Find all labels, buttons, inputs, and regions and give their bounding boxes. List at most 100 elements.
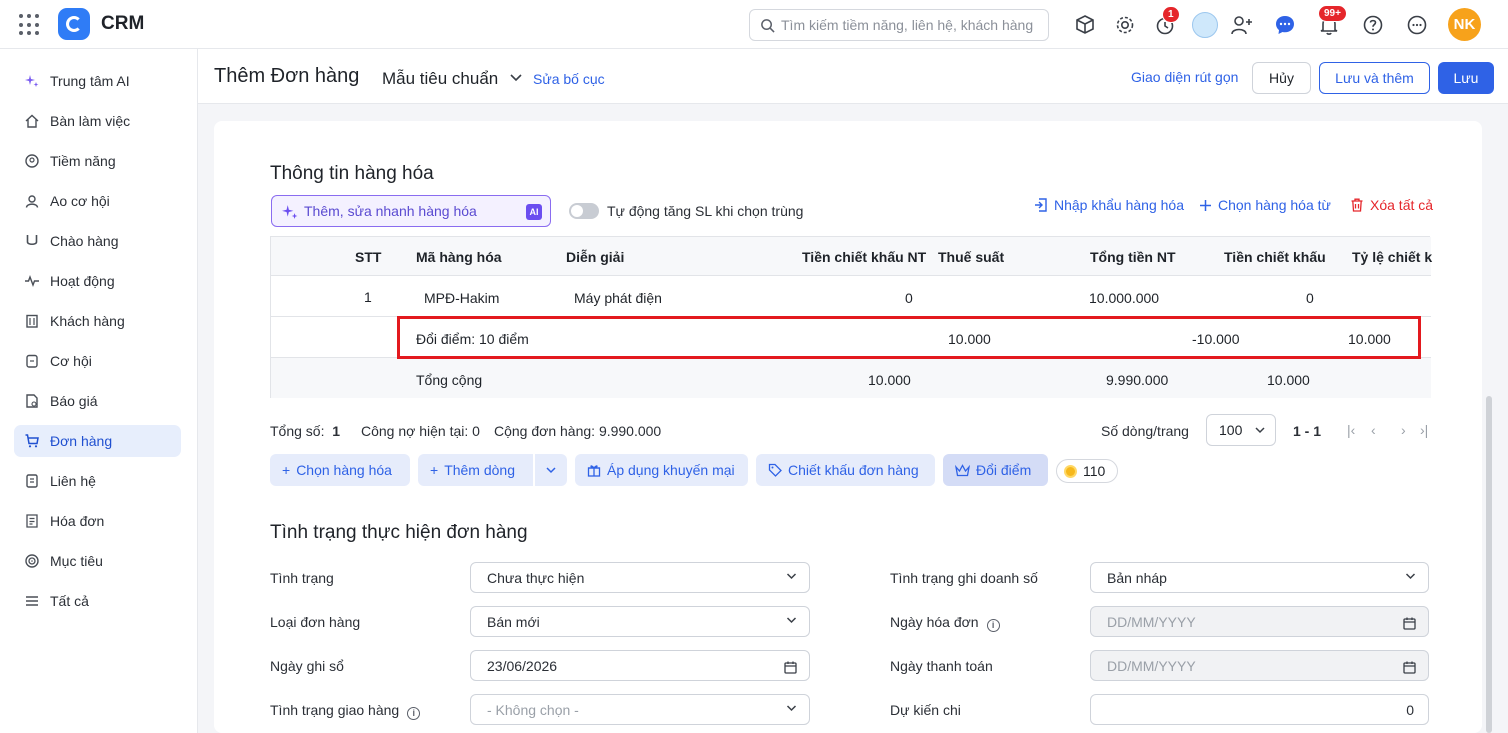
global-search[interactable] xyxy=(749,9,1049,41)
package-icon[interactable] xyxy=(1073,13,1097,37)
delivery-status-select[interactable]: - Không chọn - xyxy=(470,694,810,725)
assistant-bot-icon[interactable] xyxy=(1192,12,1218,38)
user-avatar[interactable]: NK xyxy=(1448,8,1481,41)
rows-per-page-value: 100 xyxy=(1219,422,1243,438)
chevron-down-icon xyxy=(786,705,797,712)
sidebar-item-opportunities[interactable]: Cơ hội xyxy=(14,345,181,377)
col-stt[interactable]: STT xyxy=(355,249,381,265)
search-input[interactable] xyxy=(781,17,1041,33)
import-goods-link[interactable]: Nhập khẩu hàng hóa xyxy=(1034,197,1184,213)
save-and-add-button[interactable]: Lưu và thêm xyxy=(1319,62,1430,94)
row-discount-nt[interactable]: 0 xyxy=(905,290,913,306)
next-page-icon[interactable]: › xyxy=(1401,422,1406,438)
rows-per-page-select[interactable]: 100 xyxy=(1206,414,1276,446)
col-code[interactable]: Mã hàng hóa xyxy=(416,249,502,265)
add-row-dropdown[interactable] xyxy=(535,454,567,486)
sidebar-item-label: Khách hàng xyxy=(50,313,125,329)
col-description[interactable]: Diễn giải xyxy=(566,249,624,265)
sidebar-item-workspace[interactable]: Bàn làm việc xyxy=(14,105,181,137)
payment-date-label: Ngày thanh toán xyxy=(890,658,993,674)
col-discount-nt[interactable]: Tiền chiết khấu NT xyxy=(802,249,926,265)
revenue-status-label: Tình trạng ghi doanh số xyxy=(890,570,1038,586)
redeem-points-button[interactable]: Đổi điểm xyxy=(943,454,1048,486)
order-form-card: Thông tin hàng hóa Thêm, sửa nhanh hàng … xyxy=(214,121,1482,733)
info-icon[interactable]: i xyxy=(407,707,421,720)
calendar-icon[interactable] xyxy=(784,661,797,674)
revenue-status-value: Bản nháp xyxy=(1107,569,1167,586)
sidebar-item-quotes[interactable]: Báo giá xyxy=(14,385,181,417)
delivery-status-label: Tình trạng giao hàng i xyxy=(270,702,421,720)
order-total-value: 9.990.000 xyxy=(598,423,662,439)
choose-goods-from-link[interactable]: Chọn hàng hóa từ xyxy=(1199,197,1331,213)
col-tax-rate[interactable]: Thuế suất xyxy=(938,249,1004,265)
row-code[interactable]: MPĐ-Hakim xyxy=(424,290,499,306)
ai-sparkle-icon xyxy=(282,205,298,219)
choose-goods-button[interactable]: + Chọn hàng hóa xyxy=(270,454,410,486)
sidebar-item-offers[interactable]: Chào hàng xyxy=(14,225,181,257)
delete-all-link[interactable]: Xóa tất cả xyxy=(1350,197,1433,213)
info-icon[interactable]: i xyxy=(986,619,1000,632)
sidebar-item-opportunity-pool[interactable]: Ao cơ hội xyxy=(14,185,181,217)
row-stt: 1 xyxy=(364,289,372,305)
app-grid-icon[interactable] xyxy=(19,14,41,36)
sidebar-item-label: Liên hệ xyxy=(50,473,96,489)
sidebar-item-all[interactable]: Tất cả xyxy=(14,585,181,617)
order-discount-button[interactable]: Chiết khấu đơn hàng xyxy=(756,454,935,486)
summary-order-total: Cộng đơn hàng: 9.990.000 xyxy=(494,423,661,439)
page-scrollbar[interactable] xyxy=(1486,396,1492,733)
record-date-input[interactable]: 23/06/2026 xyxy=(470,650,810,681)
col-total-nt[interactable]: Tổng tiền NT xyxy=(1090,249,1176,265)
delivery-status-value: - Không chọn - xyxy=(487,701,579,718)
sidebar-item-activities[interactable]: Hoạt động xyxy=(14,265,181,297)
help-icon[interactable] xyxy=(1361,13,1385,37)
expected-cost-input[interactable]: 0 xyxy=(1090,694,1429,725)
chat-icon[interactable] xyxy=(1273,13,1297,37)
add-user-icon[interactable] xyxy=(1230,13,1254,37)
sidebar-item-label: Báo giá xyxy=(50,393,98,409)
col-discount-rate[interactable]: Tỷ lệ chiết k xyxy=(1352,249,1432,265)
row-description[interactable]: Máy phát điện xyxy=(574,290,662,306)
apply-promotion-button[interactable]: Áp dụng khuyến mại xyxy=(575,454,748,486)
more-options-icon[interactable] xyxy=(1405,13,1429,37)
sidebar-item-ai-center[interactable]: Trung tâm AI xyxy=(14,65,181,97)
last-page-icon[interactable]: ›| xyxy=(1420,422,1428,438)
goods-section-title: Thông tin hàng hóa xyxy=(270,163,434,184)
coin-icon xyxy=(1064,464,1077,478)
sidebar-item-prospects[interactable]: Tiềm năng xyxy=(14,145,181,177)
page-header: Thêm Đơn hàng Mẫu tiêu chuẩn Sửa bố cục … xyxy=(198,49,1508,104)
auto-increase-toggle[interactable] xyxy=(569,203,599,219)
table-header: STT Mã hàng hóa Diễn giải Tiền chiết khấ… xyxy=(271,237,1432,276)
settings-gear-icon[interactable] xyxy=(1113,13,1137,37)
chevron-down-icon[interactable] xyxy=(510,74,522,82)
row-discount[interactable]: 0 xyxy=(1306,290,1314,306)
sidebar-item-customers[interactable]: Khách hàng xyxy=(14,305,181,337)
sidebar-item-label: Tất cả xyxy=(50,593,89,609)
compact-view-link[interactable]: Giao diện rút gọn xyxy=(1131,69,1238,85)
sidebar-item-invoices[interactable]: Hóa đơn xyxy=(14,505,181,537)
prev-page-icon[interactable]: ‹ xyxy=(1371,422,1376,438)
cancel-button[interactable]: Hủy xyxy=(1252,62,1311,94)
col-discount[interactable]: Tiền chiết khấu xyxy=(1224,249,1326,265)
status-select[interactable]: Chưa thực hiện xyxy=(470,562,810,593)
crm-logo-icon[interactable] xyxy=(58,8,90,40)
calendar-icon xyxy=(1403,617,1416,630)
ai-quick-edit-input[interactable]: Thêm, sửa nhanh hàng hóa AI xyxy=(271,195,551,227)
edit-layout-link[interactable]: Sửa bố cục xyxy=(533,71,605,87)
save-button[interactable]: Lưu xyxy=(1438,62,1494,94)
chevron-down-icon xyxy=(786,617,797,624)
chevron-down-icon xyxy=(1405,573,1416,580)
sidebar-item-contacts[interactable]: Liên hệ xyxy=(14,465,181,497)
order-type-select[interactable]: Bán mới xyxy=(470,606,810,637)
first-page-icon[interactable]: |‹ xyxy=(1347,422,1355,438)
add-row-button[interactable]: + Thêm dòng xyxy=(418,454,533,486)
payment-date-input: DD/MM/YYYY xyxy=(1090,650,1429,681)
delete-all-label: Xóa tất cả xyxy=(1370,197,1434,213)
order-total-label: Cộng đơn hàng: xyxy=(494,423,596,439)
summary-debt: Công nợ hiện tại: 0 xyxy=(361,423,480,439)
revenue-status-select[interactable]: Bản nháp xyxy=(1090,562,1429,593)
order-type-value: Bán mới xyxy=(487,613,540,630)
home-icon xyxy=(25,114,39,128)
sidebar-item-targets[interactable]: Mục tiêu xyxy=(14,545,181,577)
template-selector[interactable]: Mẫu tiêu chuẩn xyxy=(382,69,498,89)
sidebar-item-orders[interactable]: Đơn hàng xyxy=(14,425,181,457)
